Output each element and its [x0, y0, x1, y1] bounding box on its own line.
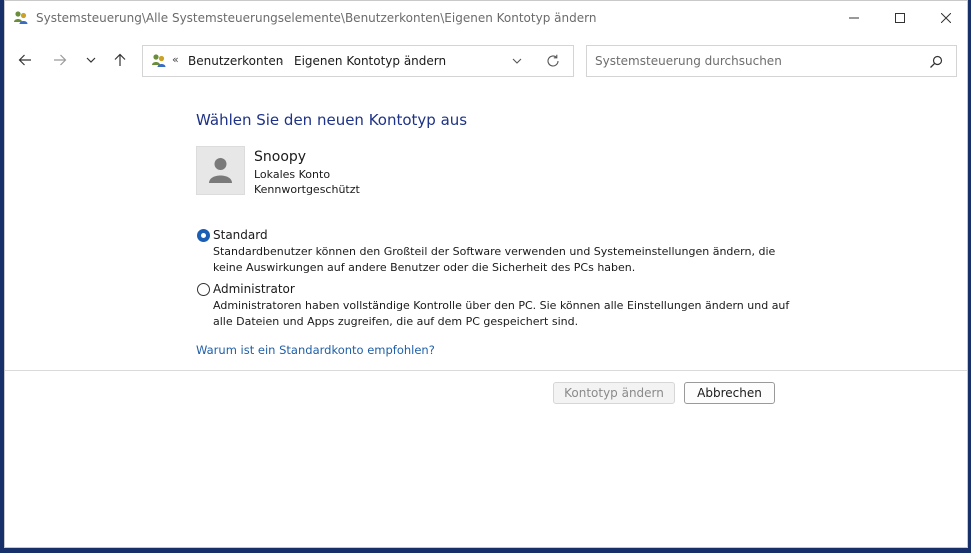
chevron-down-icon	[512, 55, 522, 69]
help-link-standard-account[interactable]: Warum ist ein Standardkonto empfohlen?	[196, 343, 435, 357]
user-silhouette-icon	[197, 158, 244, 197]
breadcrumb-benutzerkonten[interactable]: Benutzerkonten	[188, 54, 283, 68]
page-title: Wählen Sie den neuen Kontotyp aus	[196, 111, 468, 129]
arrow-up-icon	[113, 53, 127, 70]
user-password-status: Kennwortgeschützt	[254, 183, 360, 196]
window-title: Systemsteuerung\Alle Systemsteuerungsele…	[36, 11, 597, 25]
refresh-button[interactable]	[543, 52, 563, 72]
cancel-button[interactable]: Abbrechen	[684, 382, 775, 404]
arrow-right-icon	[53, 53, 67, 70]
avatar	[196, 146, 245, 195]
chevron-down-icon	[86, 54, 96, 68]
radio-administrator[interactable]	[197, 283, 210, 296]
address-history-button[interactable]	[507, 52, 527, 72]
recent-locations-button[interactable]	[79, 49, 103, 73]
radio-standard-label[interactable]: Standard	[213, 228, 268, 242]
address-bar[interactable]: « Benutzerkonten › Eigenen Kontotyp ände…	[142, 45, 574, 77]
minimize-button[interactable]	[831, 1, 877, 35]
user-name: Snoopy	[254, 149, 307, 165]
radio-administrator-label[interactable]: Administrator	[213, 282, 295, 296]
up-button[interactable]	[108, 49, 132, 73]
maximize-button[interactable]	[877, 1, 923, 35]
arrow-left-icon	[18, 53, 32, 70]
forward-button[interactable]	[48, 49, 72, 73]
search-box[interactable]	[586, 45, 957, 77]
divider	[5, 370, 967, 371]
standard-description: Standardbenutzer können den Großteil der…	[213, 245, 776, 274]
search-icon[interactable]	[928, 54, 944, 70]
refresh-icon	[546, 54, 560, 71]
administrator-description: Administratoren haben vollständige Kontr…	[213, 299, 790, 328]
change-account-type-button[interactable]: Kontotyp ändern	[553, 382, 675, 404]
user-account-type: Lokales Konto	[254, 168, 331, 181]
search-input[interactable]	[595, 51, 915, 71]
breadcrumb-overflow[interactable]: «	[172, 53, 179, 66]
users-icon	[151, 53, 167, 69]
back-button[interactable]	[13, 49, 37, 73]
breadcrumb-separator[interactable]: ›	[279, 54, 283, 67]
radio-standard[interactable]	[197, 229, 210, 242]
users-icon	[13, 10, 29, 26]
title-bar: Systemsteuerung\Alle Systemsteuerungsele…	[5, 1, 967, 35]
control-panel-window: Systemsteuerung\Alle Systemsteuerungsele…	[4, 0, 968, 548]
navigation-bar: « Benutzerkonten › Eigenen Kontotyp ände…	[5, 35, 967, 87]
close-button[interactable]	[923, 1, 969, 35]
breadcrumb-kontotyp-aendern[interactable]: Eigenen Kontotyp ändern	[294, 54, 446, 68]
